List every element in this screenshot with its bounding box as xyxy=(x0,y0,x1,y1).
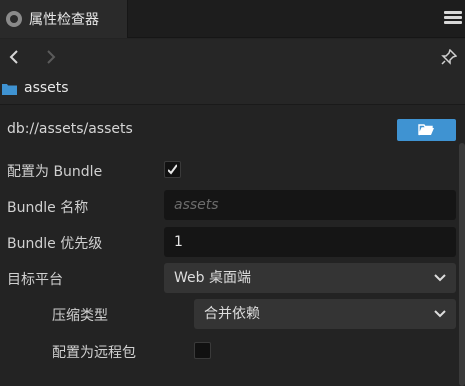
forward-arrow-icon[interactable] xyxy=(40,47,60,67)
bundle-name-label: Bundle 名称 xyxy=(7,200,89,216)
bundle-config-checkbox[interactable] xyxy=(164,161,181,178)
folder-icon xyxy=(2,83,17,95)
open-folder-icon xyxy=(418,124,434,136)
target-platform-label: 目标平台 xyxy=(7,272,63,288)
compression-type-select[interactable]: 合并依赖 xyxy=(194,299,456,329)
compression-type-value: 合并依赖 xyxy=(204,306,260,322)
checkmark-icon xyxy=(168,164,177,175)
tab-label: 属性检查器 xyxy=(29,12,99,28)
back-arrow-icon[interactable] xyxy=(5,47,25,67)
bundle-priority-label: Bundle 优先级 xyxy=(7,236,103,252)
compression-type-label: 压缩类型 xyxy=(52,308,108,324)
open-folder-button[interactable] xyxy=(397,119,456,141)
menu-icon[interactable] xyxy=(443,9,463,29)
remote-bundle-checkbox[interactable] xyxy=(194,342,211,359)
asset-header: assets xyxy=(0,75,465,105)
asset-name: assets xyxy=(24,80,69,96)
target-platform-select[interactable]: Web 桌面端 xyxy=(164,263,456,293)
target-platform-value: Web 桌面端 xyxy=(174,270,251,286)
nav-bar xyxy=(0,39,465,75)
scrollbar[interactable] xyxy=(459,143,465,386)
chevron-down-icon xyxy=(434,310,446,318)
bundle-priority-input[interactable]: 1 xyxy=(164,227,456,257)
title-bar: 属性检查器 xyxy=(0,0,465,38)
asset-path: db://assets/assets xyxy=(7,121,133,137)
bundle-config-label: 配置为 Bundle xyxy=(7,164,103,180)
tab-inspector[interactable]: 属性检查器 xyxy=(0,0,128,38)
remote-bundle-label: 配置为远程包 xyxy=(52,345,136,361)
bundle-name-input[interactable]: assets xyxy=(164,190,456,220)
inspector-icon xyxy=(6,11,22,27)
chevron-down-icon xyxy=(434,274,446,282)
pin-icon[interactable] xyxy=(441,48,458,65)
